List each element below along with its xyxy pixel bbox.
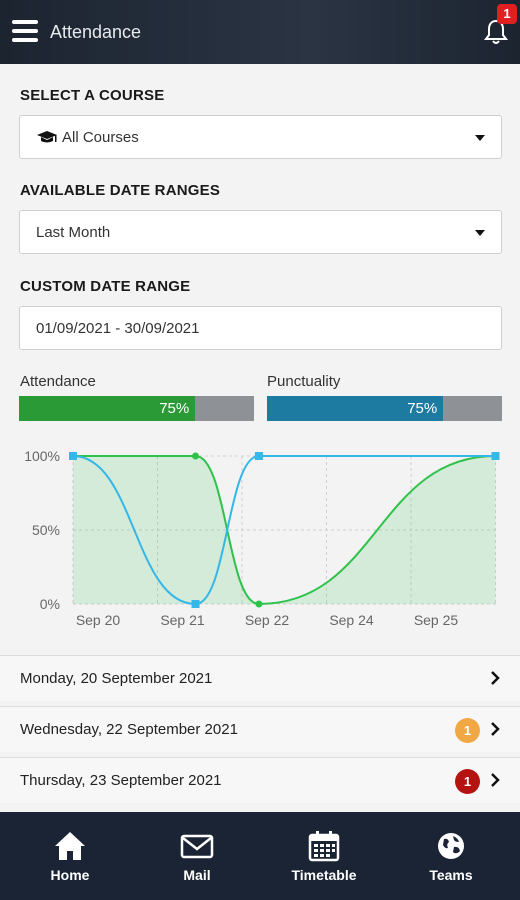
punctuality-progress-bar: 75%	[267, 396, 502, 421]
attendance-label: Attendance	[20, 373, 96, 390]
count-badge: 1	[455, 769, 480, 794]
custom-date-range-value: 01/09/2021 - 30/09/2021	[36, 320, 200, 337]
x-tick-label: Sep 24	[329, 612, 374, 628]
x-tick-label: Sep 25	[414, 612, 459, 628]
home-icon	[55, 832, 85, 860]
data-point	[491, 452, 500, 460]
nav-home[interactable]: Home	[5, 812, 135, 900]
nav-teams[interactable]: Teams	[386, 812, 516, 900]
punctuality-progress-fill: 75%	[267, 396, 444, 421]
day-row[interactable]: Monday, 20 September 2021	[0, 655, 520, 701]
date-ranges-section-label: AVAILABLE DATE RANGES	[20, 182, 221, 199]
nav-home-label: Home	[50, 867, 90, 883]
globe-icon	[438, 833, 464, 859]
course-select[interactable]: All Courses	[19, 115, 502, 159]
page-title: Attendance	[50, 22, 142, 42]
x-tick-label: Sep 21	[160, 612, 205, 628]
mail-icon	[180, 834, 214, 859]
chevron-right-icon	[491, 722, 500, 736]
menu-icon[interactable]	[12, 20, 38, 44]
attendance-progress-fill: 75%	[19, 396, 196, 421]
chevron-down-icon	[475, 230, 485, 236]
data-point	[254, 452, 263, 460]
day-row-label: Thursday, 23 September 2021	[20, 772, 222, 789]
nav-timetable-label: Timetable	[291, 867, 357, 883]
course-section-label: SELECT A COURSE	[20, 87, 165, 104]
y-tick-label: 100%	[24, 448, 60, 464]
nav-teams-label: Teams	[429, 867, 473, 883]
x-tick-label: Sep 22	[245, 612, 290, 628]
date-range-select[interactable]: Last Month	[19, 210, 502, 254]
y-tick-label: 0%	[40, 596, 60, 612]
data-point	[192, 452, 200, 460]
custom-range-section-label: CUSTOM DATE RANGE	[20, 278, 191, 295]
attendance-chart: 100% 50% 0% Sep 20 Sep 21 Sep 22 Sep 24 Sep 25	[24, 448, 500, 628]
course-select-value: All Courses	[62, 129, 139, 146]
nav-mail-label: Mail	[183, 867, 211, 883]
day-row-label: Monday, 20 September 2021	[20, 670, 213, 687]
nav-timetable[interactable]: Timetable	[259, 812, 389, 900]
app-header: Attendance 1	[0, 0, 520, 64]
data-point	[69, 452, 77, 460]
chevron-down-icon	[475, 135, 485, 141]
chevron-right-icon	[491, 773, 500, 787]
nav-mail[interactable]: Mail	[132, 812, 262, 900]
bottom-navigation: Home Mail Timetable Teams	[0, 812, 520, 900]
count-badge: 1	[455, 718, 480, 743]
custom-date-range-input[interactable]: 01/09/2021 - 30/09/2021	[19, 306, 502, 350]
day-row-label: Wednesday, 22 September 2021	[20, 721, 238, 738]
attendance-progress-bar: 75%	[19, 396, 254, 421]
notification-badge: 1	[497, 4, 517, 24]
chevron-right-icon	[491, 671, 500, 685]
day-row[interactable]: Wednesday, 22 September 2021 1	[0, 706, 520, 752]
day-row[interactable]: Thursday, 23 September 2021 1	[0, 757, 520, 803]
data-point	[191, 600, 200, 608]
data-point	[255, 600, 263, 608]
y-tick-label: 50%	[32, 522, 60, 538]
calendar-icon	[308, 831, 340, 862]
punctuality-label: Punctuality	[267, 373, 341, 390]
date-range-select-value: Last Month	[36, 224, 111, 241]
graduation-cap-icon	[37, 131, 57, 143]
x-tick-label: Sep 20	[76, 612, 121, 628]
